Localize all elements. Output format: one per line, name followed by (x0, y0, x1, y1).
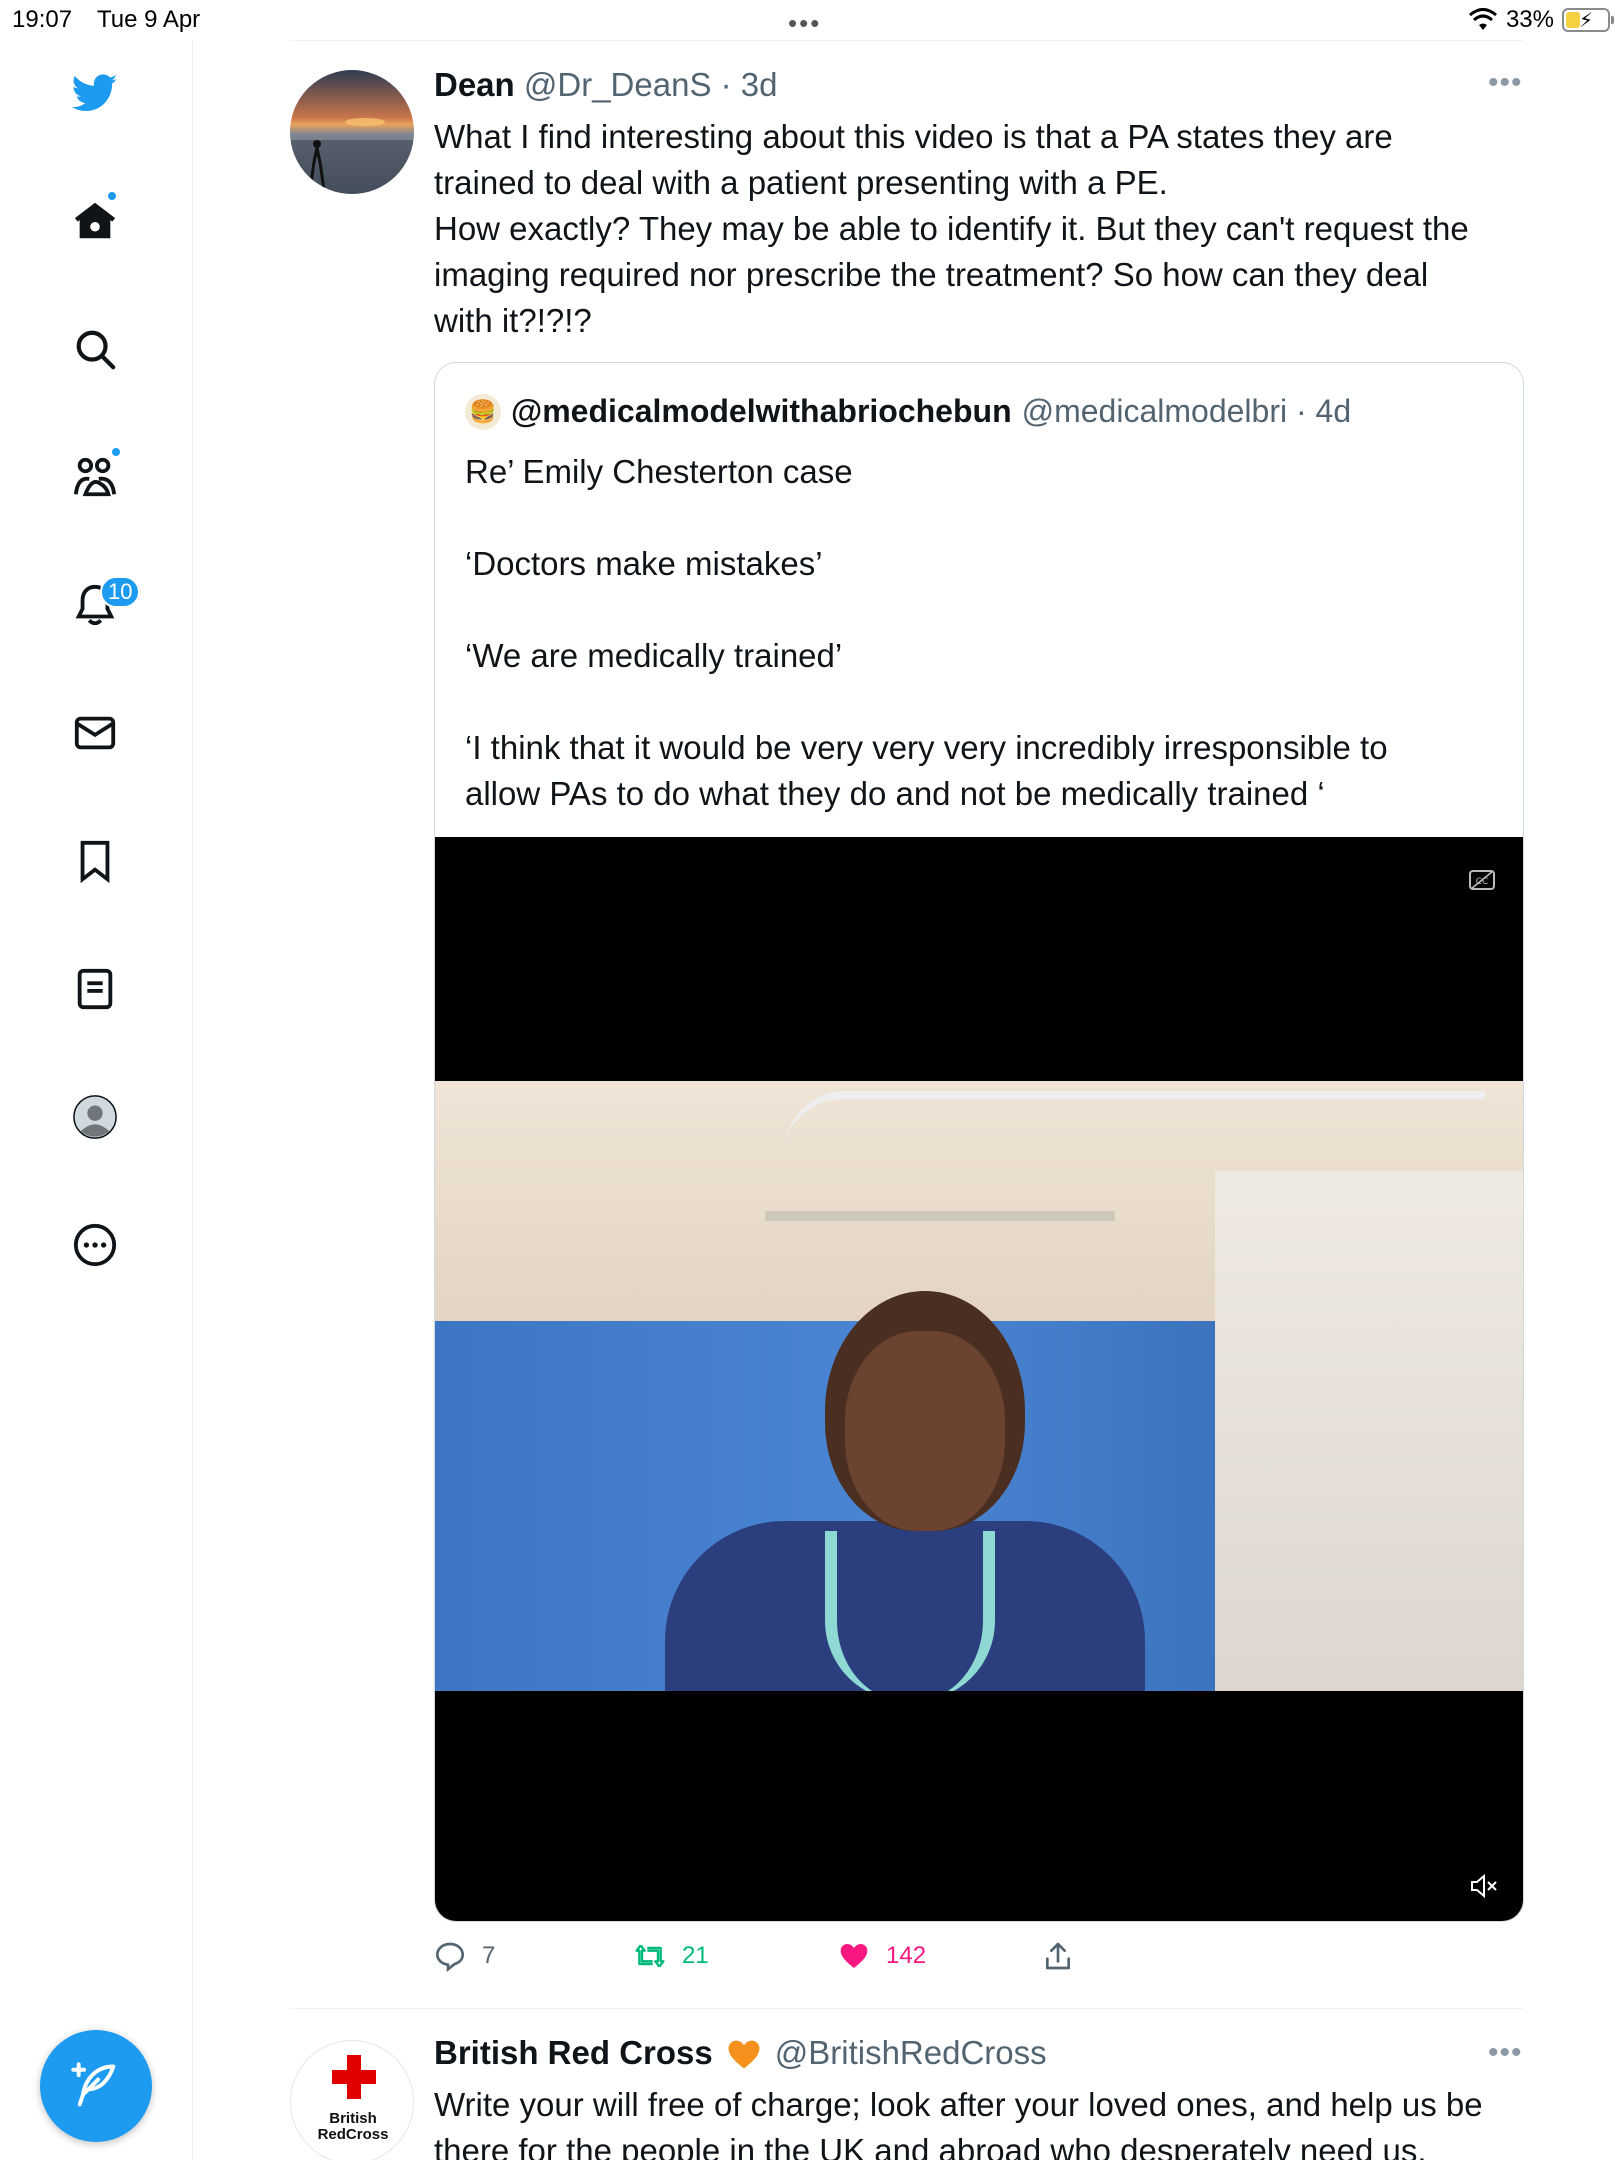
mail-icon (74, 716, 116, 750)
compose-tweet-button[interactable] (40, 2030, 152, 2142)
status-time: 19:07 (12, 6, 73, 33)
retweet-icon (635, 1944, 665, 1968)
reply-count: 7 (482, 1942, 496, 1969)
communities-unread-dot (110, 446, 122, 458)
status-right: 33% ⚡ (1468, 6, 1614, 34)
sunset-avatar-image (290, 118, 414, 194)
quoted-text-line: ‘I think that it would be very very very… (465, 729, 1388, 766)
nav-lists[interactable] (62, 956, 128, 1022)
nav-more[interactable] (62, 1212, 128, 1278)
quoted-avatar-icon[interactable]: 🍔 (465, 393, 501, 430)
tweet-text-line: Write your will free of charge; look aft… (434, 2086, 1483, 2123)
quoted-text-line: ‘Doctors make mistakes’ (465, 545, 823, 582)
bookmark-icon (80, 840, 110, 884)
quoted-text-line: allow PAs to do what they do and not be … (465, 775, 1325, 812)
tweet-avatar[interactable]: British RedCross (290, 2040, 414, 2160)
nav-communities[interactable] (62, 444, 128, 510)
tweet-author-name[interactable]: Dean (434, 66, 515, 103)
tweet-text-line: imaging required nor prescribe the treat… (434, 256, 1429, 293)
captions-off-icon[interactable]: CC (1469, 869, 1495, 891)
quoted-text-line (465, 587, 1495, 633)
share-icon (1046, 1942, 1070, 1970)
retweet-count: 21 (682, 1942, 709, 1969)
reply-button[interactable]: 7 (434, 1940, 495, 1972)
search-icon (76, 330, 116, 370)
nav-home[interactable] (62, 188, 128, 254)
video-player[interactable]: CC (435, 837, 1523, 1921)
tweet-timestamp[interactable]: 3d (741, 66, 778, 103)
tweet-more-icon[interactable]: ••• (1488, 66, 1523, 100)
svg-text:CC: CC (1476, 877, 1489, 887)
bird-icon (72, 74, 118, 112)
orange-heart-icon (728, 2040, 760, 2069)
share-button[interactable] (1042, 1940, 1074, 1972)
quoted-text-line (465, 679, 1495, 725)
quoted-author-name[interactable]: @medicalmodelwithabriochebun (511, 393, 1012, 430)
logo-text: British RedCross (291, 2111, 415, 2143)
tweet-text-line: How exactly? They may be able to identif… (434, 210, 1469, 247)
heart-filled-icon (840, 1944, 868, 1968)
video-frame[interactable] (435, 1081, 1523, 1691)
nav-explore[interactable] (62, 316, 128, 382)
separator-dot: · (1287, 393, 1316, 429)
logo-text-line: British (329, 2110, 377, 2127)
tweet-actions: 7 21 142 (434, 1940, 1134, 1980)
lists-icon (77, 968, 113, 1010)
like-count: 142 (886, 1942, 927, 1969)
home-unread-dot (106, 190, 118, 202)
tweet-more-icon[interactable]: ••• (1488, 2036, 1523, 2070)
quoted-text-line: ‘We are medically trained’ (465, 637, 843, 674)
profile-avatar-icon (73, 1095, 117, 1139)
tweet-text: Write your will free of charge; look aft… (434, 2082, 1534, 2160)
tweet-text-line: with it?!?!? (434, 302, 592, 339)
retweet-button[interactable]: 21 (634, 1940, 709, 1972)
tweet-text-line: there for the people in the UK and abroa… (434, 2132, 1427, 2160)
tweet-header: British Red Cross @BritishRedCross (434, 2034, 1047, 2072)
wifi-icon (1468, 8, 1497, 30)
quoted-handle-text: @medicalmodelbri (1021, 393, 1288, 429)
tweet-header: Dean @Dr_DeanS · 3d (434, 66, 778, 104)
quoted-text-line (465, 495, 1495, 541)
battery-icon: ⚡ (1562, 8, 1614, 32)
tweet-text-line: What I find interesting about this video… (434, 118, 1393, 155)
nav-profile[interactable] (62, 1084, 128, 1150)
nav-notifications[interactable]: 10 (62, 572, 141, 638)
multitasking-dots-icon[interactable]: ••• (788, 8, 821, 39)
nav-messages[interactable] (62, 700, 128, 766)
tweet-divider (290, 2008, 1524, 2009)
tweet-author-handle[interactable]: @BritishRedCross (775, 2034, 1047, 2072)
status-date: Tue 9 Apr (97, 6, 201, 33)
quoted-tweet[interactable]: 🍔 @medicalmodelwithabriochebun @medicalm… (434, 362, 1524, 1922)
separator-dot: · (711, 66, 741, 103)
quoted-author-handle[interactable]: @medicalmodelbri · 4d (1022, 393, 1352, 430)
notifications-badge: 10 (100, 576, 141, 608)
logo-text-line: RedCross (317, 2126, 389, 2143)
communities-icon (73, 457, 117, 497)
quoted-timestamp: 4d (1315, 393, 1352, 429)
quoted-tweet-text: Re’ Emily Chesterton case ‘Doctors make … (465, 449, 1495, 817)
quoted-tweet-header: 🍔 @medicalmodelwithabriochebun @medicalm… (465, 393, 1351, 430)
tweet-author-name[interactable]: British Red Cross (434, 2034, 713, 2072)
sidebar: 10 (0, 40, 193, 2160)
quoted-text-line: Re’ Emily Chesterton case (465, 453, 853, 490)
tweet-text: What I find interesting about this video… (434, 114, 1534, 344)
compose-feather-icon (71, 2062, 116, 2107)
tweet-avatar[interactable] (290, 70, 414, 194)
more-circle-icon (73, 1223, 117, 1267)
status-bar: 19:07 Tue 9 Apr ••• 33% ⚡ (0, 0, 1620, 40)
tweet-text-line: trained to deal with a patient presentin… (434, 164, 1168, 201)
battery-percent: 33% (1505, 6, 1554, 33)
nav-bookmarks[interactable] (62, 828, 128, 894)
tweet-author-handle[interactable]: @Dr_DeanS (524, 66, 712, 103)
reply-icon (435, 1942, 465, 1972)
muted-volume-icon[interactable] (1469, 1873, 1499, 1899)
like-button[interactable]: 142 (838, 1940, 926, 1972)
home-icon (74, 202, 116, 239)
timeline-top-border (290, 40, 1524, 41)
twitter-logo-icon[interactable] (62, 60, 128, 126)
